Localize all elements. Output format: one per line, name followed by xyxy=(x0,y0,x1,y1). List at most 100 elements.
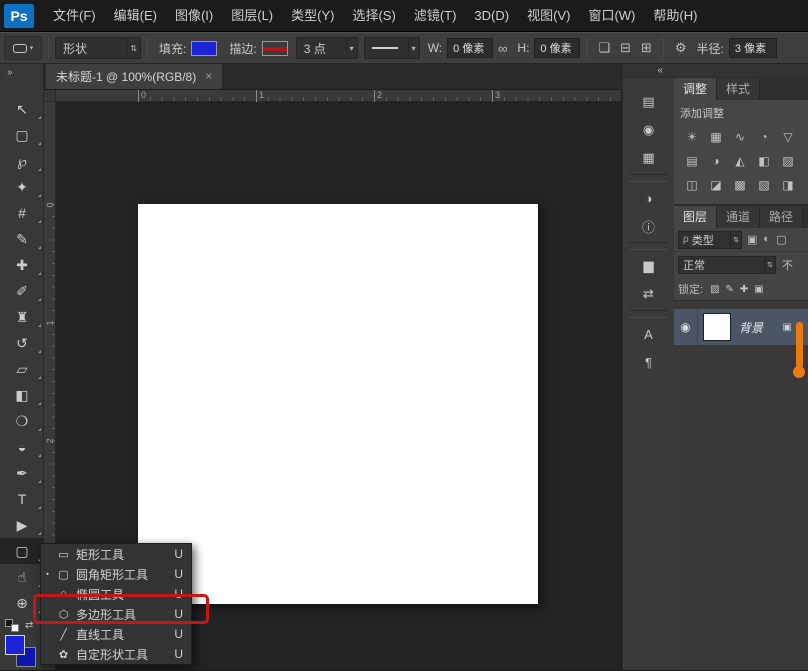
visibility-toggle[interactable]: ◉ xyxy=(674,309,698,345)
panel-icon-character[interactable]: A xyxy=(623,320,674,348)
flyout-item-line[interactable]: ▪ ╱ 直线工具 U xyxy=(41,624,191,644)
adjustment-icon[interactable]: ▦ xyxy=(704,125,728,149)
tool-clone-stamp[interactable]: ♜ xyxy=(0,304,44,330)
panel-icon-info[interactable]: ⓘ xyxy=(623,212,674,240)
document-tab[interactable]: 未标题-1 @ 100%(RGB/8) × xyxy=(46,63,223,89)
tool-marquee[interactable]: ▢ xyxy=(0,122,44,148)
op-icon-path-arrange[interactable]: ⊞ xyxy=(636,40,657,56)
panel-icon-separator-2[interactable] xyxy=(629,242,668,250)
panel-icon-brush-presets[interactable]: ▤ xyxy=(623,88,674,116)
panel-tab[interactable]: 样式 xyxy=(717,78,760,100)
panel-icon-separator-1[interactable] xyxy=(629,174,668,182)
adjustment-icon[interactable]: ◭ xyxy=(728,149,752,173)
adjustment-icon[interactable]: ◫ xyxy=(680,173,704,197)
panel-icon-histogram[interactable]: ▆ xyxy=(623,252,674,280)
adjustment-icon[interactable]: ◑ xyxy=(704,149,728,173)
op-icon-path-operations[interactable]: ❏ xyxy=(593,40,615,56)
menu-item[interactable]: 编辑(E) xyxy=(105,0,166,31)
adjustment-icon[interactable]: ☀ xyxy=(680,125,704,149)
document-canvas[interactable] xyxy=(138,204,538,604)
tool-mode-select[interactable]: 形状 ⇅ xyxy=(55,37,141,59)
swap-colors-icon[interactable]: ⇄ xyxy=(25,620,33,631)
menu-item[interactable]: 类型(Y) xyxy=(282,0,343,31)
panel-tab[interactable]: 调整 xyxy=(674,78,717,100)
lock-icon[interactable]: ▨ xyxy=(710,284,719,295)
panel-icon-swatches[interactable]: ▦ xyxy=(623,144,674,172)
panel-tab[interactable]: 通道 xyxy=(717,206,760,228)
tool-path-select[interactable]: ▶ xyxy=(0,512,44,538)
adjustment-icon[interactable]: ◔ xyxy=(752,125,776,149)
menu-item[interactable]: 窗口(W) xyxy=(579,0,644,31)
width-input[interactable]: 0 像素 xyxy=(447,38,493,58)
link-dimensions-icon[interactable]: ∞ xyxy=(493,41,512,56)
menu-item[interactable]: 选择(S) xyxy=(343,0,404,31)
filter-icon[interactable]: ▣ xyxy=(747,233,757,246)
foreground-color-swatch[interactable] xyxy=(5,635,25,655)
menu-item[interactable]: 视图(V) xyxy=(518,0,579,31)
filter-icon[interactable]: ▢ xyxy=(776,233,786,246)
layer-thumbnail[interactable] xyxy=(703,313,731,341)
filter-icon[interactable]: ◐ xyxy=(763,233,770,246)
lock-icon[interactable]: ✎ xyxy=(726,284,734,295)
tool-blur[interactable]: ❍ xyxy=(0,408,44,434)
tool-type[interactable]: T xyxy=(0,486,44,512)
panel-tab[interactable]: 路径 xyxy=(760,206,803,228)
panel-icon-actions[interactable]: ⇄ xyxy=(623,280,674,308)
op-icon-path-alignment[interactable]: ⊟ xyxy=(615,40,636,56)
gear-icon[interactable]: ⚙ xyxy=(670,40,692,56)
menu-item[interactable]: 3D(D) xyxy=(465,0,518,31)
tool-lasso[interactable]: ℘ xyxy=(0,148,44,174)
layer-filter-select[interactable]: ρ 类型 ⇅ xyxy=(678,231,742,249)
menu-item[interactable]: 图层(L) xyxy=(222,0,282,31)
blend-mode-select[interactable]: 正常 ⇅ xyxy=(678,256,776,274)
tool-crop[interactable]: # xyxy=(0,200,44,226)
radius-input[interactable]: 3 像素 xyxy=(729,38,777,58)
fill-color-swatch[interactable] xyxy=(191,41,217,56)
tool-pen[interactable]: ✒ xyxy=(0,460,44,486)
adjustment-icon[interactable]: ∿ xyxy=(728,125,752,149)
stroke-style-select[interactable]: ▾ xyxy=(364,37,420,59)
tool-magic-wand[interactable]: ✦ xyxy=(0,174,44,200)
adjustment-icon[interactable]: ▩ xyxy=(728,173,752,197)
tool-preset-button[interactable]: ▾ xyxy=(4,36,42,60)
close-icon[interactable]: × xyxy=(205,69,212,83)
stroke-color-swatch[interactable] xyxy=(262,41,288,56)
flyout-item-custom-shape[interactable]: ▪ ✿ 自定形状工具 U xyxy=(41,644,191,664)
adjustment-icon[interactable]: ◧ xyxy=(752,149,776,173)
menu-item[interactable]: 图像(I) xyxy=(166,0,222,31)
height-input[interactable]: 0 像素 xyxy=(534,38,580,58)
tool-shape[interactable]: ▢ xyxy=(0,538,44,564)
lock-icon[interactable]: ✚ xyxy=(740,284,748,295)
adjustment-icon[interactable]: ◪ xyxy=(704,173,728,197)
tool-dodge[interactable]: ◒ xyxy=(0,434,44,460)
tool-healing-brush[interactable]: ✚ xyxy=(0,252,44,278)
panel-icon-separator-3[interactable] xyxy=(629,310,668,318)
menu-item[interactable]: 文件(F) xyxy=(44,0,105,31)
adjustment-icon[interactable]: ▤ xyxy=(680,149,704,173)
adjustment-icon[interactable]: ◨ xyxy=(776,173,800,197)
adjustment-icon[interactable]: ▨ xyxy=(776,149,800,173)
adjustment-icon[interactable]: ▧ xyxy=(752,173,776,197)
tool-eraser[interactable]: ▱ xyxy=(0,356,44,382)
panel-tab[interactable]: 图层 xyxy=(674,206,717,228)
tool-move[interactable]: ↖ xyxy=(0,96,44,122)
panel-collapse-button[interactable]: « xyxy=(623,64,674,78)
stroke-width-select[interactable]: 3 点 ▾ xyxy=(296,37,358,59)
flyout-item-rectangle[interactable]: ▪ ▭ 矩形工具 U xyxy=(41,544,191,564)
toolbar-collapse-button[interactable]: » xyxy=(0,64,43,84)
menu-item[interactable]: 滤镜(T) xyxy=(405,0,466,31)
tool-eyedropper[interactable]: ✎ xyxy=(0,226,44,252)
default-colors-icon[interactable] xyxy=(5,619,19,632)
tool-hand[interactable]: ☝ xyxy=(0,564,44,590)
flyout-item-rounded-rectangle[interactable]: ▪ ▢ 圆角矩形工具 U xyxy=(41,564,191,584)
panel-icon-adjustments[interactable]: ◑ xyxy=(623,184,674,212)
lock-icon[interactable]: ▣ xyxy=(754,284,763,295)
panel-icon-paragraph[interactable]: ¶ xyxy=(623,348,674,376)
layer-row-background[interactable]: ◉ 背景 ▣ xyxy=(674,309,808,345)
tool-history-brush[interactable]: ↺ xyxy=(0,330,44,356)
adjustment-icon[interactable]: ▽ xyxy=(776,125,800,149)
tool-gradient[interactable]: ◧ xyxy=(0,382,44,408)
panel-icon-clone-source[interactable]: ◉ xyxy=(623,116,674,144)
menu-item[interactable]: 帮助(H) xyxy=(644,0,706,31)
tool-brush[interactable]: ✐ xyxy=(0,278,44,304)
